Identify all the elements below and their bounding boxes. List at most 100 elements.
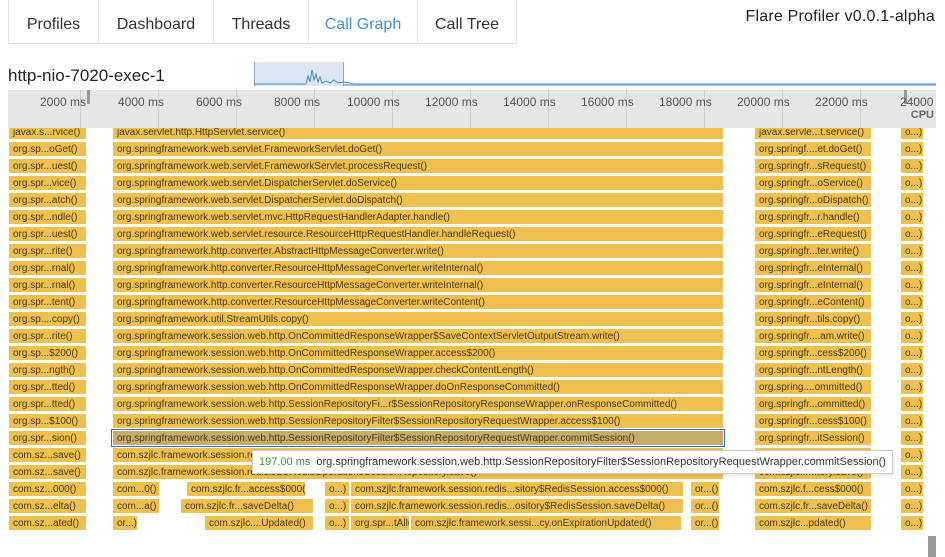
call-frame[interactable]: org.spr...atch() xyxy=(8,192,87,208)
call-frame[interactable]: org.springframework.web.servlet.mvc.Http… xyxy=(112,209,724,225)
call-frame[interactable]: org.spr...rnal() xyxy=(8,277,87,293)
call-frame[interactable]: org.spr...tted() xyxy=(8,396,87,412)
call-frame[interactable]: org.springframework.web.servlet.Framewor… xyxy=(112,158,724,174)
call-frame[interactable]: o...) xyxy=(900,430,924,446)
call-frame[interactable]: o...) xyxy=(900,158,924,174)
call-frame[interactable]: o...) xyxy=(900,141,924,157)
call-frame[interactable]: o...) xyxy=(900,515,924,531)
call-frame[interactable]: com.szjlc.framework.session.redis...osit… xyxy=(350,498,684,514)
call-frame[interactable]: org.springframework.web.servlet.resource… xyxy=(112,226,724,242)
call-frame[interactable]: org.springframework.session.web.http.Ses… xyxy=(111,429,725,447)
call-frame[interactable]: com.szjlc.fr...saveDelta() xyxy=(754,498,872,514)
call-frame[interactable]: com.szjlc....Updated() xyxy=(204,515,314,531)
call-frame[interactable]: com...a() xyxy=(112,498,160,514)
tab-profiles[interactable]: Profiles xyxy=(8,0,99,44)
call-frame[interactable]: org.springfr....am.write() xyxy=(754,328,872,344)
call-frame[interactable]: o...) xyxy=(900,243,924,259)
call-frame[interactable]: org.springframework.web.servlet.Dispatch… xyxy=(112,192,724,208)
call-frame[interactable]: com.sz...000() xyxy=(8,481,87,497)
call-frame[interactable]: o...) xyxy=(324,515,350,531)
call-frame[interactable]: org.springfr...eInternal() xyxy=(754,260,872,276)
call-frame[interactable]: or...() xyxy=(690,481,720,497)
call-frame[interactable]: org.springframework.http.converter.Abstr… xyxy=(112,243,724,259)
call-frame[interactable]: org.springframework.web.servlet.Dispatch… xyxy=(112,175,724,191)
call-frame[interactable]: org.springframework.http.converter.Resou… xyxy=(112,294,724,310)
call-frame[interactable]: o...) xyxy=(324,498,350,514)
call-frame[interactable]: org.sp....copy() xyxy=(8,311,87,327)
call-frame[interactable]: org.sp...$100() xyxy=(8,413,87,429)
call-frame[interactable]: com...0() xyxy=(112,481,160,497)
call-frame[interactable]: o...) xyxy=(900,128,924,140)
call-frame[interactable]: org.spr...tted() xyxy=(8,379,87,395)
tab-call-graph[interactable]: Call Graph xyxy=(308,0,418,44)
call-frame[interactable]: or...() xyxy=(690,498,720,514)
call-frame[interactable]: org.springframework.http.converter.Resou… xyxy=(112,260,724,276)
call-frame[interactable]: org.springframework.session.web.http.Ses… xyxy=(112,413,724,429)
call-frame[interactable]: o...) xyxy=(900,175,924,191)
call-frame[interactable]: org.springfr...tils.copy() xyxy=(754,311,872,327)
call-frame[interactable]: org.spr...vice() xyxy=(8,175,87,191)
call-frame[interactable]: org.spr...sion() xyxy=(8,430,87,446)
call-frame[interactable]: org.springfr...eRequest() xyxy=(754,226,872,242)
call-frame[interactable]: com.sz...save() xyxy=(8,447,87,463)
call-frame[interactable]: or...) xyxy=(112,515,138,531)
call-frame[interactable]: org.sp...$200() xyxy=(8,345,87,361)
call-frame[interactable]: org.spr...rite() xyxy=(8,243,87,259)
call-frame[interactable]: org.springframework.session.web.http.Ses… xyxy=(112,396,724,412)
call-frame[interactable]: o...) xyxy=(324,481,350,497)
call-frame[interactable]: o...) xyxy=(900,481,924,497)
call-frame[interactable]: o...) xyxy=(900,362,924,378)
call-frame[interactable]: org.springfr...eContent() xyxy=(754,294,872,310)
call-frame[interactable]: org.springfr...oService() xyxy=(754,175,872,191)
call-frame[interactable]: org.springfr...cess$200() xyxy=(754,345,872,361)
call-frame[interactable]: o...) xyxy=(900,464,924,480)
call-frame[interactable]: com.szjlc.fr...access$000() xyxy=(186,481,306,497)
call-frame[interactable]: o...) xyxy=(900,294,924,310)
call-frame[interactable]: o...) xyxy=(900,311,924,327)
call-frame[interactable]: org.springfr...eInternal() xyxy=(754,277,872,293)
vertical-scrollbar[interactable] xyxy=(928,536,936,557)
call-frame[interactable]: org.springframework.web.servlet.Framewor… xyxy=(112,141,724,157)
call-frame[interactable]: org.springframework.session.web.http.OnC… xyxy=(112,328,724,344)
call-frame[interactable]: o...) xyxy=(900,396,924,412)
tab-call-tree[interactable]: Call Tree xyxy=(417,0,517,44)
call-frame[interactable]: org.springfr...ntLength() xyxy=(754,362,872,378)
call-frame[interactable]: org.springfr...ommitted() xyxy=(754,396,872,412)
call-frame[interactable]: com.szjlc...pdated() xyxy=(754,515,872,531)
call-frame[interactable]: org.springfr...r.handle() xyxy=(754,209,872,225)
call-frame[interactable]: org.springfr...itSession() xyxy=(754,430,872,446)
call-frame[interactable]: org.springframework.session.web.http.OnC… xyxy=(112,379,724,395)
call-frame[interactable]: org.spr...ndle() xyxy=(8,209,87,225)
call-frame[interactable]: o...) xyxy=(900,209,924,225)
call-frame[interactable]: javax.servlet.http.HttpServlet.service() xyxy=(112,128,724,140)
call-frame[interactable]: javax.servle...t.service() xyxy=(754,128,872,140)
call-frame[interactable]: o...) xyxy=(900,498,924,514)
call-frame[interactable]: org.sp...ngth() xyxy=(8,362,87,378)
call-frame[interactable]: org.spr...rite() xyxy=(8,328,87,344)
call-frame[interactable]: org.spr...tAll() xyxy=(350,515,410,531)
call-frame[interactable]: org.springf....et.doGet() xyxy=(754,141,872,157)
call-frame[interactable]: org.sp...oGet() xyxy=(8,141,87,157)
call-frame[interactable]: org.springframework.http.converter.Resou… xyxy=(112,277,724,293)
call-frame[interactable]: org.springfr...cess$100() xyxy=(754,413,872,429)
call-frame[interactable]: o...) xyxy=(900,277,924,293)
call-frame[interactable]: o...) xyxy=(900,447,924,463)
call-frame[interactable]: org.spr...rnal() xyxy=(8,260,87,276)
call-frame[interactable]: o...) xyxy=(900,379,924,395)
call-frame[interactable]: org.springframework.session.web.http.OnC… xyxy=(112,345,724,361)
call-frame[interactable]: o...) xyxy=(900,260,924,276)
call-frame[interactable]: o...) xyxy=(900,328,924,344)
timeline-overview[interactable] xyxy=(254,62,936,86)
call-frame[interactable]: org.spr...uest() xyxy=(8,226,87,242)
call-frame[interactable]: o...) xyxy=(900,345,924,361)
call-frame[interactable]: org.spr...uest() xyxy=(8,158,87,174)
call-frame[interactable]: com.sz...ated() xyxy=(8,515,87,531)
call-frame[interactable]: o...) xyxy=(900,192,924,208)
call-frame[interactable]: org.springfr...oDispatch() xyxy=(754,192,872,208)
call-frame[interactable]: com.szjlc.fr...saveDelta() xyxy=(180,498,314,514)
call-frame[interactable]: com.szjlc.framework.session.redis...sito… xyxy=(350,481,684,497)
tab-dashboard[interactable]: Dashboard xyxy=(98,0,214,44)
call-frame[interactable]: org.springfr...ter.write() xyxy=(754,243,872,259)
call-frame[interactable]: com.sz...elta() xyxy=(8,498,87,514)
call-frame[interactable]: or...() xyxy=(690,515,720,531)
